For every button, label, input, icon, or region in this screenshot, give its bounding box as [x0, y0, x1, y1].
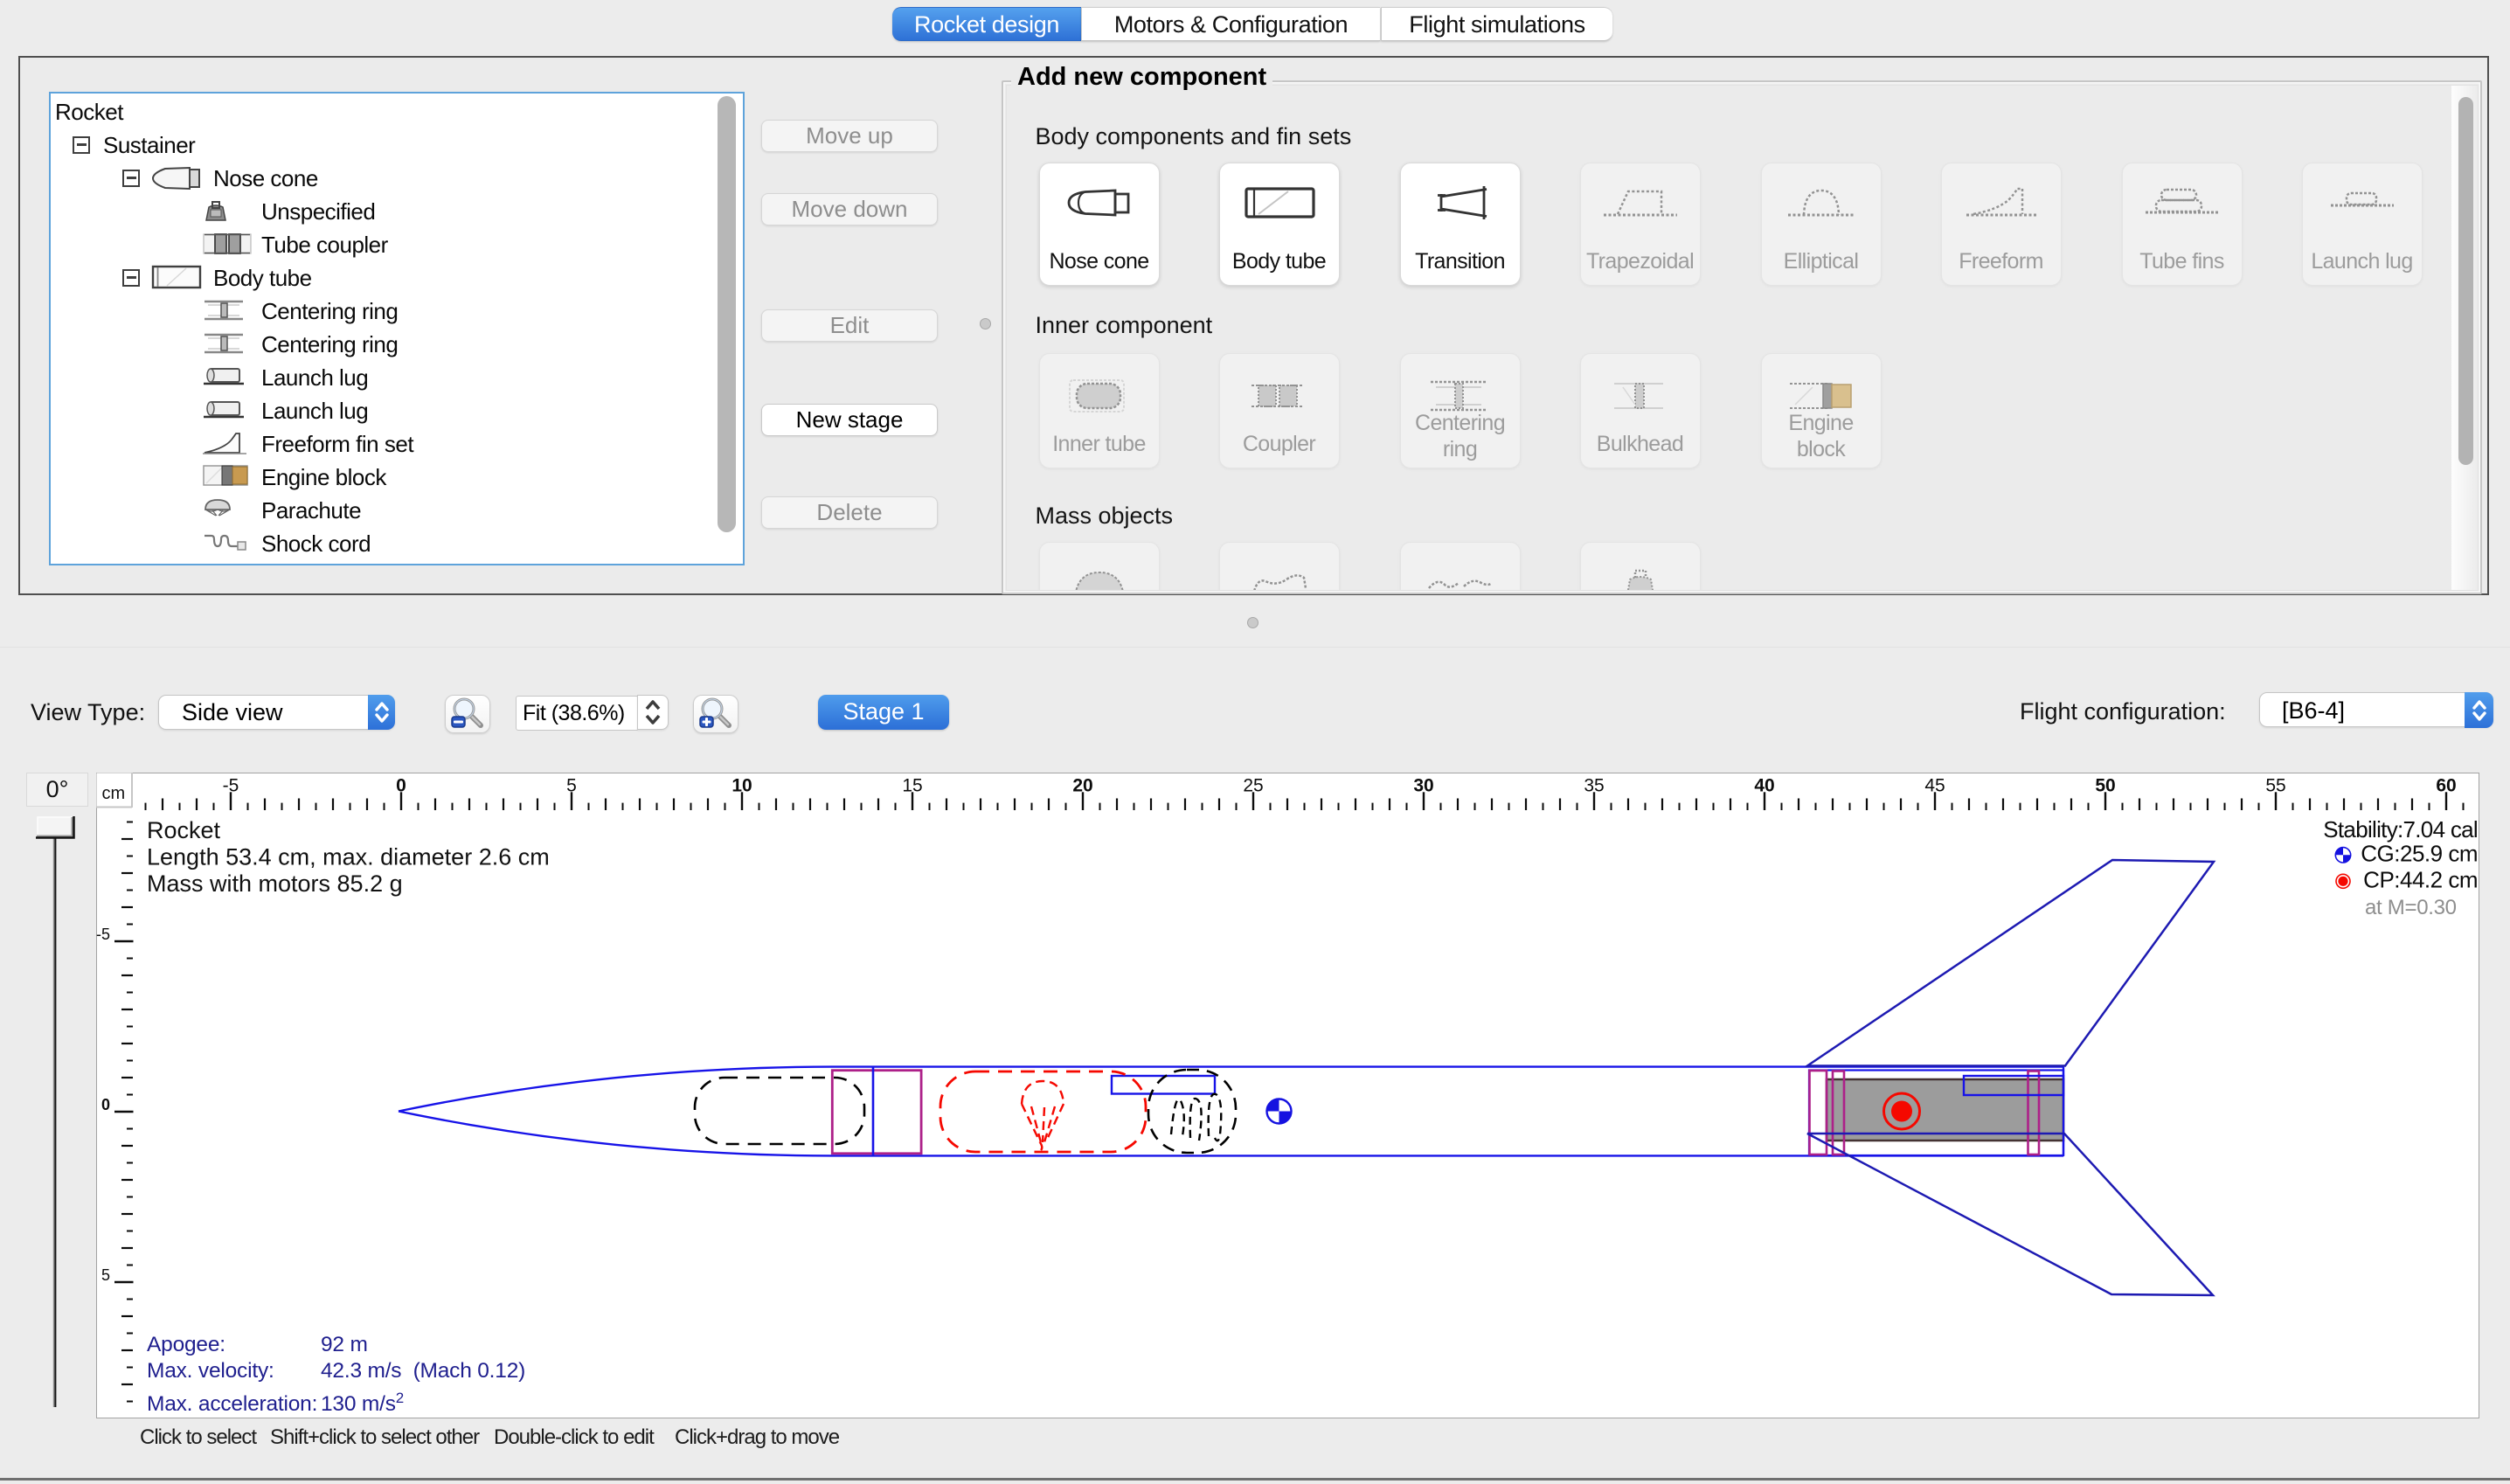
svg-text:Max. acceleration:: Max. acceleration: — [147, 1392, 317, 1416]
svg-text:92 m: 92 m — [321, 1333, 368, 1356]
svg-text:45: 45 — [1924, 776, 1945, 796]
svg-text:0: 0 — [396, 776, 406, 796]
svg-text:60: 60 — [2436, 776, 2456, 796]
svg-text:35: 35 — [1584, 776, 1604, 796]
svg-text:0: 0 — [101, 1096, 110, 1113]
svg-text:at M=0.30: at M=0.30 — [2365, 896, 2457, 919]
svg-text:-5: -5 — [96, 926, 110, 943]
svg-text:40: 40 — [1754, 776, 1774, 796]
svg-text:10: 10 — [732, 776, 752, 796]
svg-text:20: 20 — [1072, 776, 1092, 796]
svg-text:50: 50 — [2095, 776, 2115, 796]
svg-text:42.3 m/s (Mach 0.12): 42.3 m/s (Mach 0.12) — [321, 1359, 525, 1383]
svg-text:CG:25.9 cm: CG:25.9 cm — [2361, 841, 2478, 867]
svg-text:55: 55 — [2265, 776, 2285, 796]
svg-text:Length 53.4 cm, max. diameter: Length 53.4 cm, max. diameter 2.6 cm — [147, 844, 550, 870]
svg-text:Apogee:: Apogee: — [147, 1333, 225, 1356]
svg-text:130 m/s2: 130 m/s2 — [321, 1390, 404, 1416]
svg-text:Rocket: Rocket — [147, 817, 221, 843]
svg-text:Max. velocity:: Max. velocity: — [147, 1359, 274, 1383]
svg-text:15: 15 — [902, 776, 922, 796]
svg-text:Mass with motors 85.2 g: Mass with motors 85.2 g — [147, 870, 403, 897]
svg-text:cm: cm — [102, 784, 126, 803]
svg-text:30: 30 — [1413, 776, 1433, 796]
svg-text:25: 25 — [1243, 776, 1263, 796]
svg-text:-5: -5 — [223, 776, 239, 796]
svg-text:Stability:7.04 cal: Stability:7.04 cal — [2323, 816, 2478, 843]
svg-text:5: 5 — [566, 776, 577, 796]
svg-text:CP:44.2 cm: CP:44.2 cm — [2363, 867, 2478, 893]
svg-text:5: 5 — [101, 1266, 110, 1284]
